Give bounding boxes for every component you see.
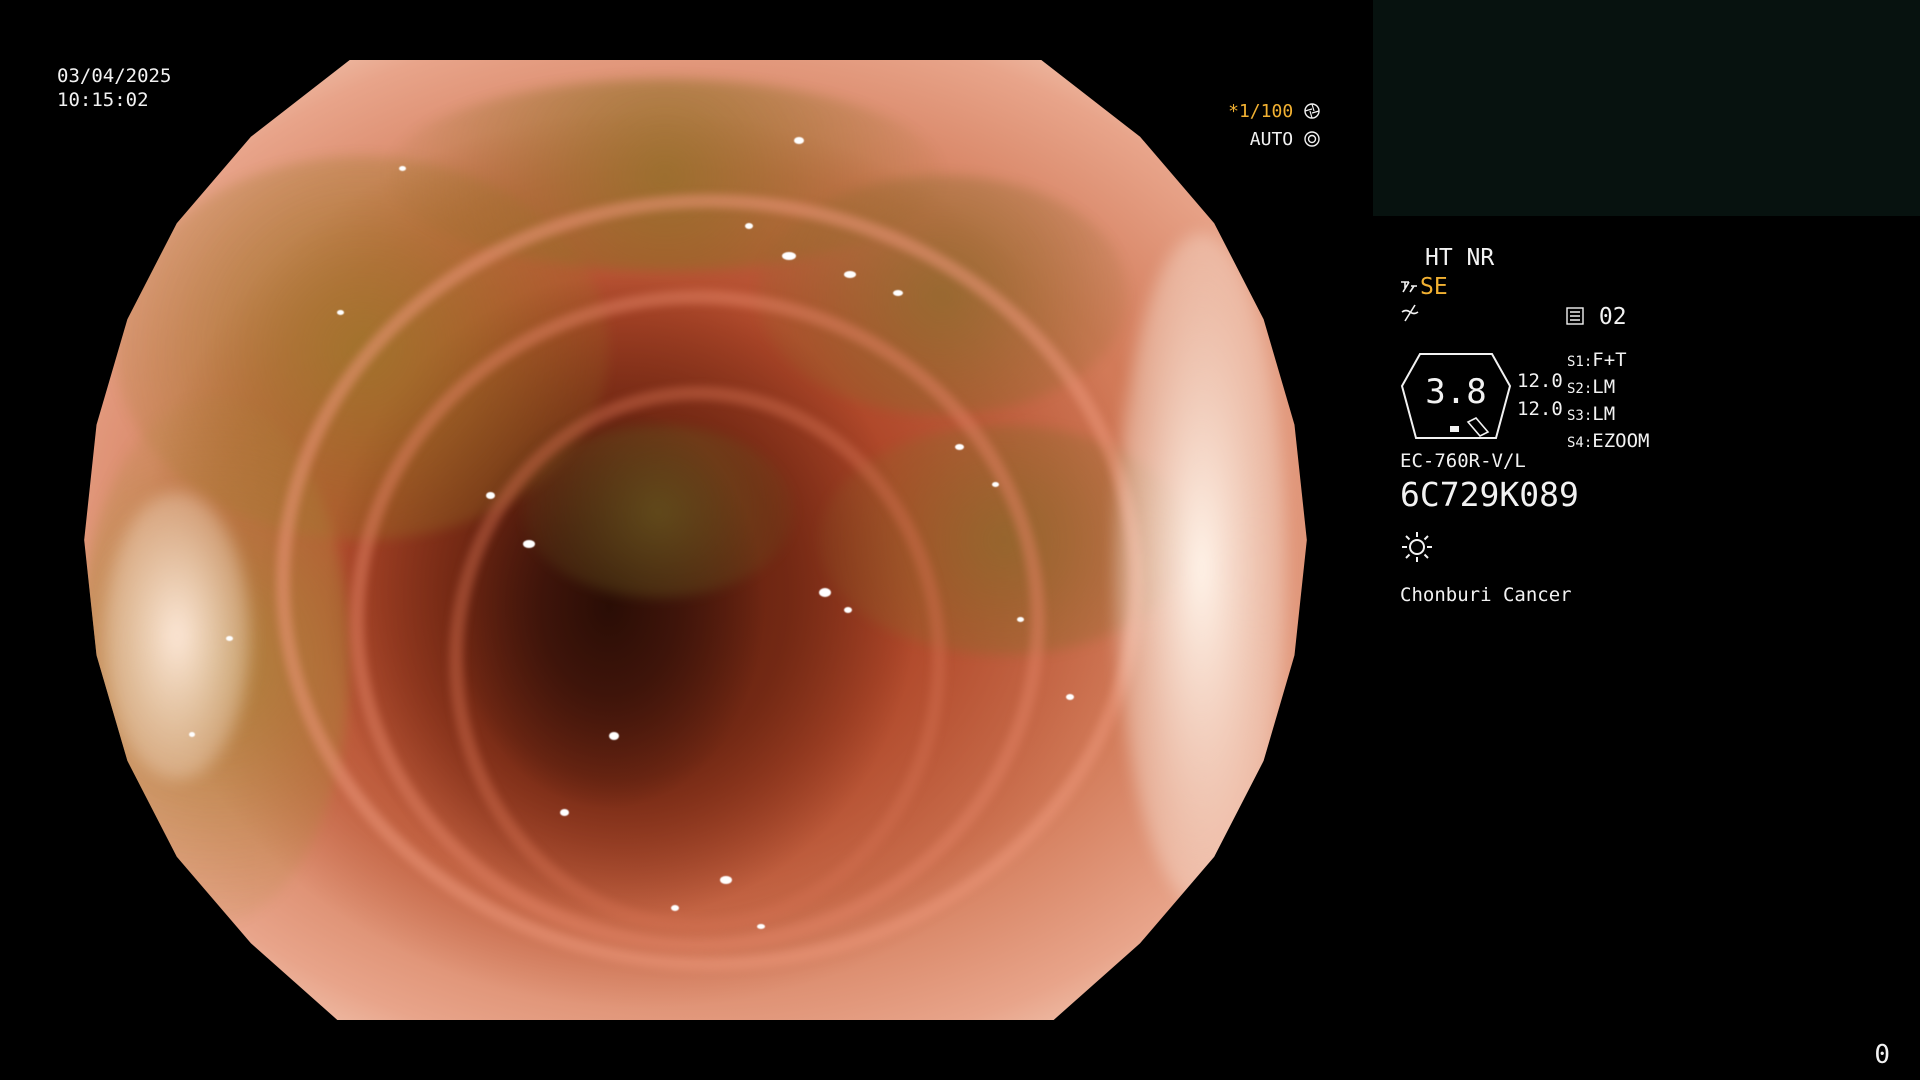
scope-switch-item: S3:LM xyxy=(1567,403,1616,425)
zoom-gauge-value: 3.8 xyxy=(1425,372,1487,412)
scope-switch-list: S1:F+T S2:LM S3:LM S4:EZOOM xyxy=(1567,348,1650,456)
structure-enhancement-icon xyxy=(1401,281,1417,293)
contrast-setting xyxy=(1400,303,1420,329)
contrast-off-icon xyxy=(1401,304,1419,322)
exam-date: 03/04/2025 xyxy=(57,65,172,87)
exposure-mode-label: AUTO xyxy=(1249,129,1294,150)
aperture-icon xyxy=(1304,103,1320,119)
iris-icon xyxy=(1304,131,1320,147)
ht-nr-label: HT NR xyxy=(1425,245,1495,271)
endoscopic-image xyxy=(84,60,1307,1020)
memory-slot: 02 xyxy=(1565,304,1627,330)
scope-switch-item: S2:LM xyxy=(1567,376,1616,398)
frame-counter: 0 xyxy=(1874,1040,1890,1070)
scope-switch-item: S1:F+T xyxy=(1567,349,1627,371)
scope-model: EC-760R-V/L xyxy=(1400,450,1526,472)
institution-name: Chonburi Cancer xyxy=(1400,584,1572,606)
structure-enhancement-value: SE xyxy=(1420,274,1448,300)
memory-slot-value: 02 xyxy=(1598,304,1627,330)
endoscopy-screen: 03/04/2025 10:15:02 *1/100 AUTO HT NR SE xyxy=(0,0,1920,1080)
exposure-mode: AUTO xyxy=(1250,128,1320,152)
exam-time: 10:15:02 xyxy=(57,89,149,111)
light-source-icon xyxy=(1402,532,1432,562)
shutter-value: 1/100 xyxy=(1238,101,1294,122)
shutter-speed: *1/100 xyxy=(1228,100,1320,124)
structure-enhancement: SE xyxy=(1400,274,1448,300)
scope-serial: 6C729K089 xyxy=(1400,475,1579,514)
gauge-side-value-b: 12.0 xyxy=(1517,398,1563,420)
memory-card-icon xyxy=(1566,307,1584,325)
preview-panel xyxy=(1373,0,1920,216)
scope-switch-item: S4:EZOOM xyxy=(1567,430,1650,452)
shutter-prefix: * xyxy=(1228,101,1239,122)
gauge-side-value-a: 12.0 xyxy=(1517,370,1563,392)
